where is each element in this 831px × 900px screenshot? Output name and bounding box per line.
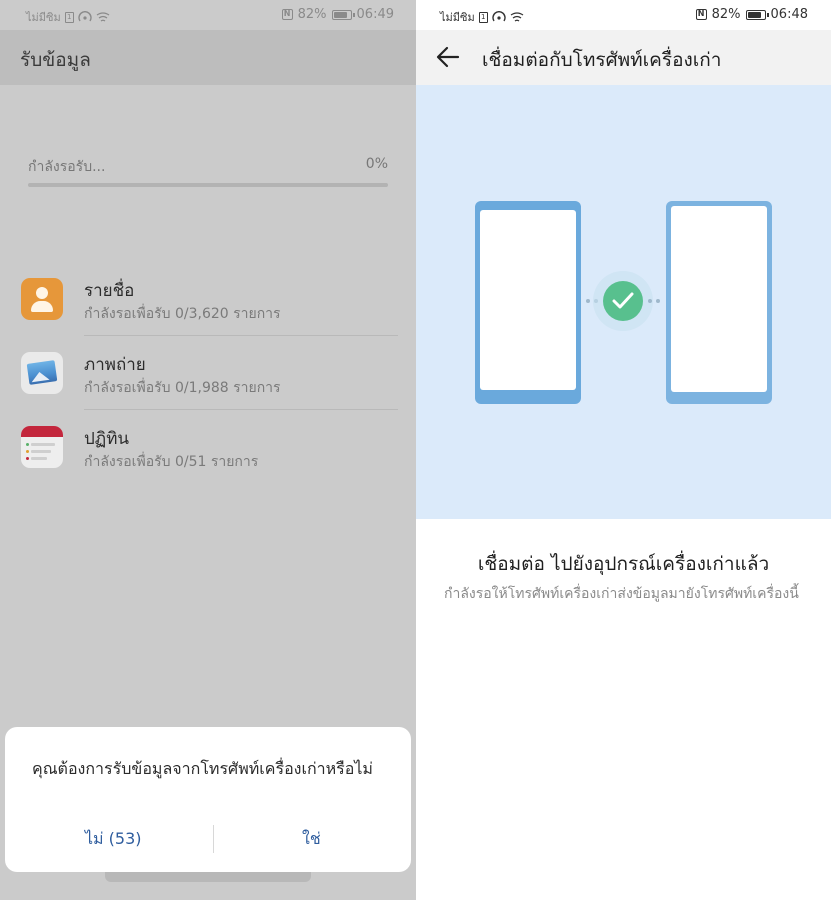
sim-icon: 1 (478, 11, 488, 23)
list-item-calendar: ปฏิทิน กำลังรอเพื่อรับ 0/51 รายการ (0, 410, 416, 484)
carrier-label: ไม่มีซิม (440, 11, 475, 24)
yes-button[interactable]: ใช่ (302, 827, 321, 852)
link-dot (594, 299, 598, 303)
status-right: N 82% 06:48 (695, 7, 808, 22)
nfc-icon: N (281, 9, 293, 20)
app-bar: รับข้อมูล (0, 30, 416, 85)
data-type-list: รายชื่อ กำลังรอเพื่อรับ 0/3,620 รายการ ภ… (0, 262, 416, 484)
item-status: กำลังรอเพื่อรับ 0/51 รายการ (84, 454, 259, 470)
item-status: กำลังรอเพื่อรับ 0/1,988 รายการ (84, 380, 281, 396)
gallery-icon (21, 352, 63, 394)
status-right: N 82% 06:49 (281, 7, 394, 22)
battery-icon (745, 9, 769, 20)
new-phone-illustration (666, 201, 772, 404)
check-icon (603, 281, 643, 321)
dialog-question: คุณต้องการรับข้อมูลจากโทรศัพท์เครื่องเก่… (32, 759, 373, 778)
connected-title: เชื่อมต่อ ไปยังอุปกรณ์เครื่องเก่าแล้ว (477, 553, 770, 575)
battery-icon (331, 9, 355, 20)
battery-percent: 82% (711, 7, 741, 22)
old-phone-illustration (475, 201, 581, 404)
no-button[interactable]: ไม่ (53) (85, 827, 142, 852)
status-left: ไม่มีซิม 1 (26, 8, 110, 26)
item-status: กำลังรอเพื่อรับ 0/3,620 รายการ (84, 306, 281, 322)
carrier-label: ไม่มีซิม (26, 11, 61, 24)
clock: 06:49 (356, 7, 394, 22)
connect-old-phone-screen: ไม่มีซิม 1 N 82% 06:48 เชื่อมต่อกับโทรศั… (416, 0, 831, 900)
button-separator (213, 825, 214, 853)
battery-percent: 82% (297, 7, 327, 22)
status-bar: ไม่มีซิม 1 N 82% 06:48 (416, 0, 831, 30)
clock: 06:48 (770, 7, 808, 22)
page-title: รับข้อมูล (20, 49, 91, 71)
link-dot (656, 299, 660, 303)
list-item-photos: ภาพถ่าย กำลังรอเพื่อรับ 0/1,988 รายการ (0, 336, 416, 410)
app-bar: เชื่อมต่อกับโทรศัพท์เครื่องเก่า (416, 30, 831, 85)
wifi-icon (96, 11, 110, 22)
list-item-contacts: รายชื่อ กำลังรอเพื่อรับ 0/3,620 รายการ (0, 262, 416, 336)
status-left: ไม่มีซิม 1 (440, 8, 524, 26)
sim-icon: 1 (64, 11, 74, 23)
wifi-icon (510, 11, 524, 22)
confirm-dialog: คุณต้องการรับข้อมูลจากโทรศัพท์เครื่องเก่… (5, 727, 411, 872)
nfc-icon: N (695, 9, 707, 20)
hotspot-icon (78, 11, 92, 22)
back-arrow-icon[interactable] (434, 43, 462, 71)
connection-illustration (416, 85, 831, 519)
progress-label: กำลังรอรับ... (28, 159, 106, 175)
page-title: เชื่อมต่อกับโทรศัพท์เครื่องเก่า (482, 49, 722, 71)
receive-data-screen: ไม่มีซิม 1 N 82% 06:49 รับข้อมูล กำลังรอ… (0, 0, 416, 900)
calendar-icon (21, 426, 63, 468)
status-bar: ไม่มีซิม 1 N 82% 06:49 (0, 0, 416, 30)
progress-bar (28, 183, 388, 187)
item-name: รายชื่อ (84, 281, 135, 301)
link-dot (648, 299, 652, 303)
contacts-icon (21, 278, 63, 320)
item-name: ภาพถ่าย (84, 355, 146, 375)
link-dot (586, 299, 590, 303)
item-name: ปฏิทิน (84, 429, 130, 449)
dialog-shadow-bar (105, 872, 311, 882)
connected-description: กำลังรอให้โทรศัพท์เครื่องเก่าส่งข้อมูลมา… (444, 586, 799, 602)
progress-percent: 0% (365, 156, 388, 172)
hotspot-icon (492, 11, 506, 22)
